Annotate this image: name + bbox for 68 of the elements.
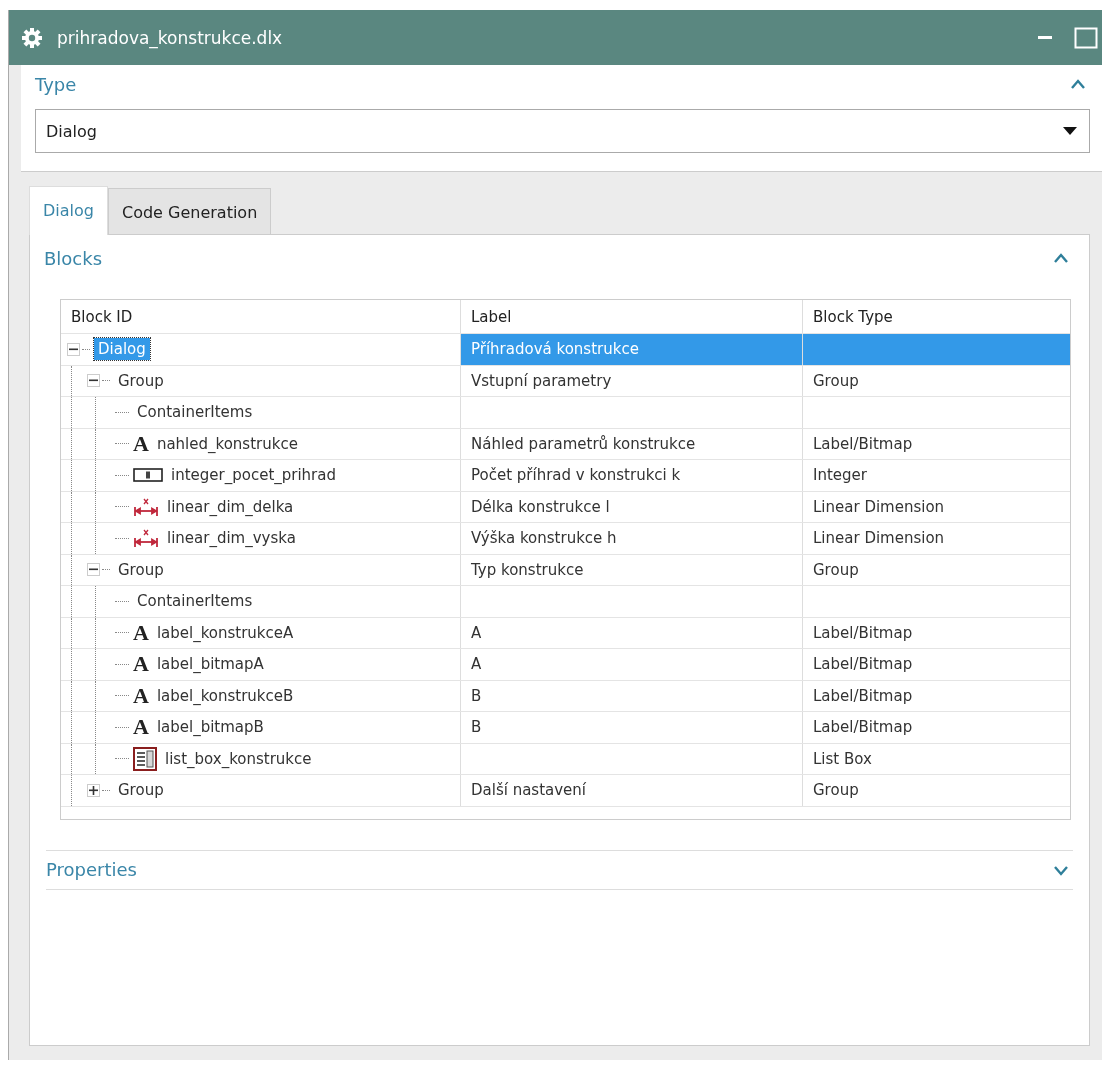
- expand-toggle[interactable]: [87, 783, 100, 797]
- section-title: Blocks: [44, 247, 103, 269]
- tree-item[interactable]: label_konstrukceA: [152, 621, 298, 644]
- tree-item[interactable]: ContainerItems: [133, 401, 257, 424]
- table-cell: Počet příhrad v konstrukci k: [461, 460, 803, 491]
- table-cell: Příhradová konstrukce: [461, 334, 803, 365]
- table-cell-text: Label/Bitmap: [812, 433, 914, 455]
- chevron-up-icon: [1053, 251, 1069, 265]
- tab[interactable]: Dialog: [29, 186, 108, 235]
- table-cell: Vstupní parametry: [461, 365, 803, 396]
- tree-item[interactable]: integer_pocet_prihrad: [167, 464, 340, 487]
- table-cell: Typ konstrukce: [461, 554, 803, 585]
- dropdown-caret-icon: [1063, 127, 1077, 135]
- table-cell: B: [461, 712, 803, 743]
- table-cell-text: Label/Bitmap: [812, 685, 914, 707]
- plus-icon: [89, 785, 98, 795]
- tree-item[interactable]: linear_dim_delka: [163, 495, 298, 518]
- section-title: Type: [35, 73, 77, 95]
- tree-item[interactable]: label_bitmapB: [152, 716, 268, 739]
- window-title: prihradova_konstrukce.dlx: [57, 27, 283, 48]
- table-cell: B: [461, 680, 803, 711]
- tree-item[interactable]: label_konstrukceB: [152, 684, 298, 707]
- text-label-icon: A: [133, 432, 149, 455]
- tree-item[interactable]: list_box_konstrukce: [161, 747, 316, 770]
- table-cell-text: Integer: [812, 465, 868, 487]
- table-cell-text: Label/Bitmap: [812, 654, 914, 676]
- tree-item[interactable]: Group: [114, 558, 168, 581]
- table-cell-text: Linear Dimension: [812, 496, 946, 518]
- tree-item[interactable]: Group: [114, 369, 168, 392]
- type-dropdown[interactable]: Dialog: [35, 109, 1090, 153]
- tree-item[interactable]: label_bitmapA: [152, 653, 268, 676]
- chevron-up-icon: [1070, 77, 1086, 91]
- collapse-toggle[interactable]: [87, 374, 100, 388]
- integer-field-icon: [133, 468, 163, 483]
- table-cell-text: Group: [812, 370, 860, 392]
- table-cell: A: [461, 649, 803, 680]
- table-cell: Výška konstrukce h: [461, 523, 803, 554]
- text-label-icon: A: [133, 716, 149, 739]
- text-label-icon: A: [133, 653, 149, 676]
- table-cell-text: List Box: [812, 748, 873, 770]
- list-box-icon: [133, 746, 157, 771]
- collapse-toggle[interactable]: [67, 342, 80, 356]
- table-cell-text: Group: [812, 780, 860, 802]
- table-cell-text: Linear Dimension: [812, 528, 946, 550]
- table-cell: Další nastavení: [461, 775, 803, 806]
- table-cell-text: Label/Bitmap: [812, 622, 914, 644]
- tab[interactable]: Code Generation: [107, 188, 272, 234]
- section-title: Properties: [46, 859, 137, 880]
- table-cell: A: [461, 617, 803, 648]
- column-header[interactable]: Label: [461, 300, 803, 333]
- tree-item[interactable]: linear_dim_vyska: [163, 527, 300, 550]
- maximize-icon: [1074, 26, 1098, 49]
- table-cell-text: Group: [812, 559, 860, 581]
- tree-item[interactable]: ContainerItems: [133, 590, 257, 613]
- table-cell: Délka konstrukce l: [461, 491, 803, 522]
- settings-icon: [21, 26, 43, 49]
- column-header[interactable]: Block ID: [61, 300, 461, 333]
- tree-item[interactable]: nahled_konstrukce: [152, 432, 302, 455]
- minimize-icon: [1038, 36, 1052, 39]
- dimension-icon: [133, 528, 159, 549]
- table-cell: Náhled parametrů konstrukce: [461, 428, 803, 459]
- column-header[interactable]: Block Type: [803, 300, 1070, 333]
- table-cell-text: Label/Bitmap: [812, 717, 914, 739]
- collapse-toggle[interactable]: [87, 563, 100, 577]
- text-label-icon: A: [133, 684, 149, 707]
- dimension-icon: [133, 496, 159, 517]
- text-label-icon: A: [133, 621, 149, 644]
- tree-item[interactable]: Group: [114, 779, 168, 802]
